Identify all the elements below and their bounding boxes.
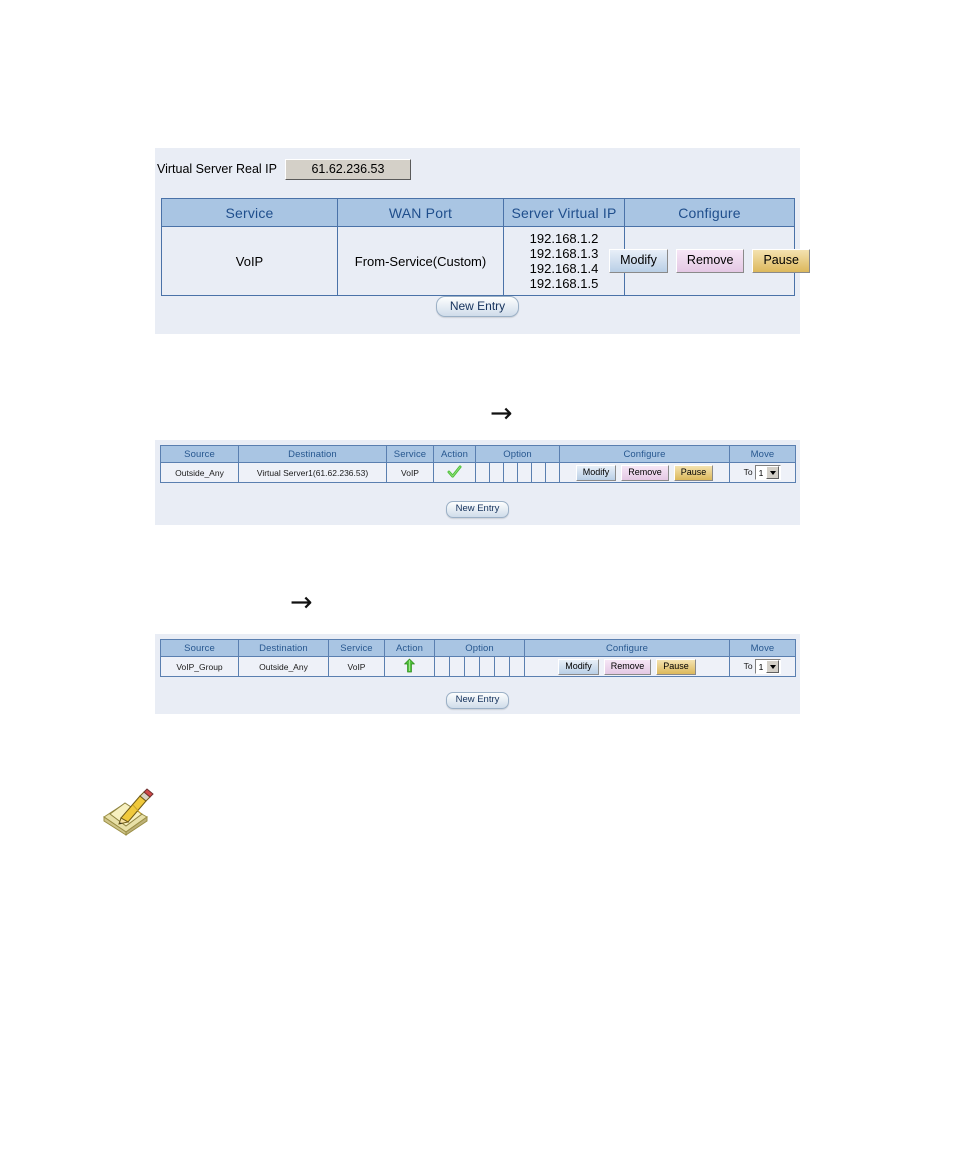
column-header-destination: Destination — [238, 445, 387, 463]
column-header-move: Move — [729, 639, 796, 657]
remove-button[interactable]: Remove — [603, 658, 652, 675]
cell-option — [479, 656, 495, 677]
modify-button[interactable]: Modify — [558, 658, 599, 675]
right-arrow-icon: → — [490, 398, 513, 429]
cell-destination: Outside_Any — [238, 656, 329, 677]
virtual-server-real-ip-value[interactable]: 61.62.236.53 — [284, 158, 411, 180]
column-header-action: Action — [384, 639, 435, 657]
move-order-select[interactable]: 1 — [754, 659, 782, 674]
modify-button[interactable]: Modify — [575, 464, 617, 481]
column-header-option: Option — [475, 445, 560, 463]
virtual-server-real-ip-label: Virtual Server Real IP — [157, 162, 277, 176]
incoming-policy-header-row: Source Destination Service Action Option… — [160, 445, 796, 463]
remove-button[interactable]: Remove — [675, 249, 745, 273]
pause-button[interactable]: Pause — [656, 658, 696, 675]
virtual-server-panel: Virtual Server Real IP 61.62.236.53 Serv… — [155, 148, 810, 334]
outgoing-policy-header-row: Source Destination Service Action Option… — [160, 639, 796, 657]
modify-button[interactable]: Modify — [609, 249, 668, 273]
move-order-value: 1 — [758, 467, 764, 478]
pause-button[interactable]: Pause — [673, 464, 714, 481]
cell-option — [489, 462, 504, 483]
remove-button[interactable]: Remove — [621, 464, 669, 481]
virtual-server-new-entry-row: New Entry — [155, 296, 800, 317]
virtual-server-real-ip-row: Virtual Server Real IP 61.62.236.53 — [155, 157, 411, 181]
pause-button[interactable]: Pause — [752, 249, 810, 273]
green-check-icon — [447, 464, 462, 478]
incoming-policy-new-entry-row: New Entry — [155, 498, 800, 518]
cell-option — [509, 656, 525, 677]
new-entry-button[interactable]: New Entry — [445, 501, 510, 518]
cell-option — [434, 656, 450, 677]
outgoing-policy-table: Source Destination Service Action Option… — [160, 639, 796, 677]
table-row: VoIP From-Service(Custom) 192.168.1.2 19… — [161, 226, 810, 296]
column-header-move: Move — [729, 445, 796, 463]
incoming-policy-panel: Source Destination Service Action Option… — [155, 440, 800, 525]
cell-server-virtual-ip: 192.168.1.2 192.168.1.3 192.168.1.4 192.… — [503, 226, 625, 296]
column-header-action: Action — [433, 445, 476, 463]
cell-option — [494, 656, 510, 677]
column-header-service: Service — [161, 198, 338, 227]
cell-service: VoIP — [386, 462, 434, 483]
incoming-policy-table: Source Destination Service Action Option… — [160, 445, 796, 483]
cell-wan-port: From-Service(Custom) — [337, 226, 504, 296]
right-arrow-icon: → — [290, 587, 313, 618]
cell-action — [433, 462, 476, 483]
cell-move: To 1 — [729, 656, 796, 677]
cell-option — [531, 462, 546, 483]
column-header-source: Source — [160, 445, 239, 463]
column-header-service: Service — [386, 445, 434, 463]
cell-configure: Modify Remove Pause — [559, 462, 730, 483]
virtual-ip-entry: 192.168.1.4 — [529, 261, 599, 276]
virtual-server-table: Service WAN Port Server Virtual IP Confi… — [161, 198, 810, 296]
cell-move: To 1 — [729, 462, 796, 483]
column-header-source: Source — [160, 639, 239, 657]
column-header-configure: Configure — [524, 639, 730, 657]
column-header-destination: Destination — [238, 639, 329, 657]
chevron-down-icon[interactable] — [766, 466, 780, 479]
virtual-ip-entry: 192.168.1.5 — [529, 276, 599, 291]
cell-option — [475, 462, 490, 483]
cell-source: Outside_Any — [160, 462, 239, 483]
column-header-configure: Configure — [624, 198, 795, 227]
outgoing-policy-new-entry-row: New Entry — [155, 689, 800, 709]
cell-service: VoIP — [161, 226, 338, 296]
column-header-option: Option — [434, 639, 525, 657]
new-entry-button[interactable]: New Entry — [445, 692, 510, 709]
cell-source: VoIP_Group — [160, 656, 239, 677]
move-order-select[interactable]: 1 — [754, 465, 782, 480]
outgoing-policy-panel: Source Destination Service Action Option… — [155, 634, 800, 714]
column-header-service: Service — [328, 639, 385, 657]
cell-action — [384, 656, 435, 677]
cell-option — [449, 656, 465, 677]
cell-option — [503, 462, 518, 483]
column-header-server-virtual-ip: Server Virtual IP — [503, 198, 625, 227]
move-order-value: 1 — [758, 661, 764, 672]
cell-configure: Modify Remove Pause — [524, 656, 730, 677]
cell-option — [545, 462, 560, 483]
cell-destination: Virtual Server1(61.62.236.53) — [238, 462, 387, 483]
cell-configure: Modify Remove Pause — [609, 226, 810, 296]
green-arrow-icon — [404, 658, 415, 673]
chevron-down-icon[interactable] — [766, 660, 780, 673]
column-header-wan-port: WAN Port — [337, 198, 504, 227]
move-to-label: To — [743, 660, 753, 671]
virtual-ip-entry: 192.168.1.2 — [529, 231, 599, 246]
cell-option — [517, 462, 532, 483]
table-row: Outside_Any Virtual Server1(61.62.236.53… — [160, 462, 796, 483]
move-to-label: To — [743, 466, 753, 477]
column-header-configure: Configure — [559, 445, 730, 463]
new-entry-button[interactable]: New Entry — [435, 296, 520, 317]
table-row: VoIP_Group Outside_Any VoIP Modify Remov… — [160, 656, 796, 677]
notepad-pencil-icon — [103, 788, 154, 836]
cell-service: VoIP — [328, 656, 385, 677]
virtual-server-header-row: Service WAN Port Server Virtual IP Confi… — [161, 198, 795, 227]
virtual-ip-entry: 192.168.1.3 — [529, 246, 599, 261]
cell-option — [464, 656, 480, 677]
